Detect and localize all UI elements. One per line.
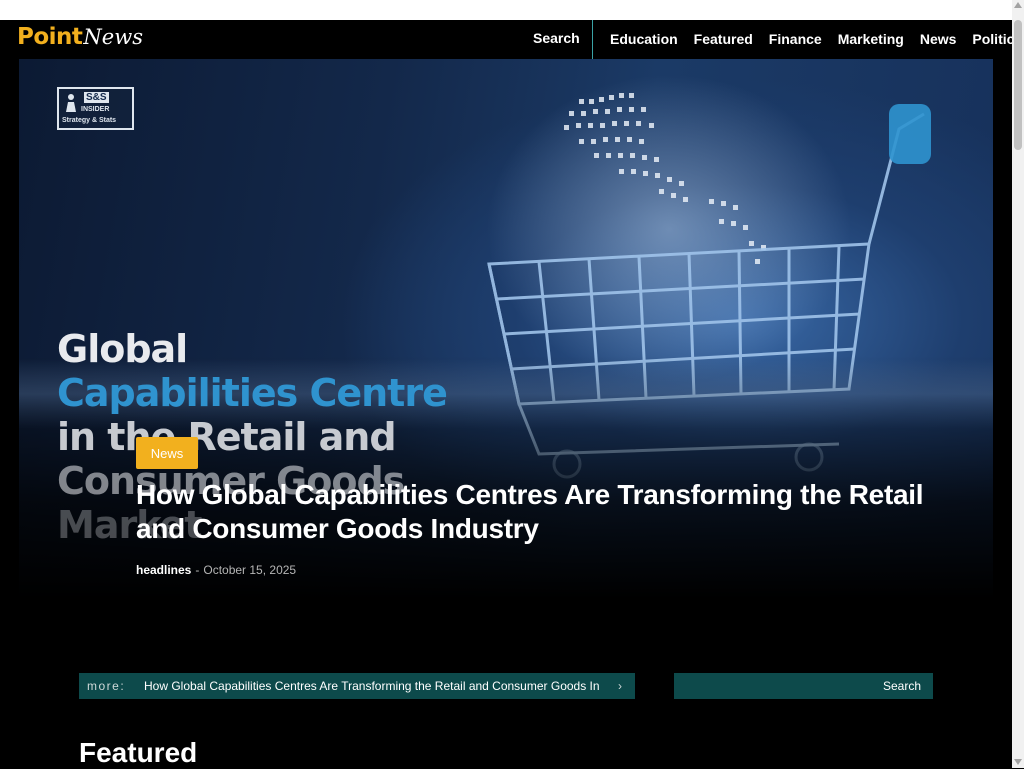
news-ticker: more: How Global Capabilities Centres Ar… (79, 673, 635, 699)
category-badge[interactable]: News (136, 437, 198, 469)
nav-link-featured[interactable]: Featured (694, 31, 753, 47)
site-logo[interactable]: Point News (17, 24, 143, 50)
ticker-label: more: (87, 679, 126, 693)
search-input[interactable] (674, 673, 864, 699)
image-logo-title: S&S (84, 92, 109, 103)
header-search-button[interactable]: Search (533, 30, 580, 46)
nav-link-marketing[interactable]: Marketing (838, 31, 904, 47)
publish-date: October 15, 2025 (203, 563, 297, 577)
scrollbar-thumb[interactable] (1014, 20, 1022, 150)
scroll-up-icon[interactable] (1014, 2, 1022, 8)
search-form: Search (674, 673, 933, 699)
hero-article-title[interactable]: How Global Capabilities Centres Are Tran… (136, 478, 976, 546)
article-meta: headlines - October 15, 2025 (136, 563, 296, 577)
main-nav: Education Featured Finance Marketing New… (610, 31, 1022, 47)
meta-separator: - (195, 563, 200, 577)
nav-link-news[interactable]: News (920, 31, 957, 47)
scroll-down-icon[interactable] (1014, 759, 1022, 765)
image-brand-logo: S&S INSIDER Strategy & Stats (57, 87, 134, 130)
chevron-right-icon[interactable]: › (618, 679, 622, 693)
image-logo-subtitle: INSIDER (81, 106, 110, 113)
logo-point-text: Point (17, 24, 83, 50)
nav-link-finance[interactable]: Finance (769, 31, 822, 47)
logo-news-text: News (83, 25, 143, 49)
image-text-line: Global (57, 327, 188, 371)
site-header: Point News Search Education Featured Fin… (0, 20, 1022, 59)
featured-section-title: Featured (79, 737, 198, 768)
nav-divider (592, 20, 593, 59)
author-link[interactable]: headlines (136, 563, 191, 577)
image-logo-tagline: Strategy & Stats (62, 117, 117, 124)
search-submit-button[interactable]: Search (883, 679, 921, 693)
browser-top-strip (0, 0, 1012, 20)
image-text-line: Capabilities Centre (57, 371, 448, 415)
person-icon (66, 94, 76, 112)
ticker-headline-link[interactable]: How Global Capabilities Centres Are Tran… (144, 679, 599, 693)
image-text-line: in the Retail and (57, 415, 397, 459)
nav-link-education[interactable]: Education (610, 31, 678, 47)
page-scrollbar[interactable] (1012, 0, 1024, 768)
